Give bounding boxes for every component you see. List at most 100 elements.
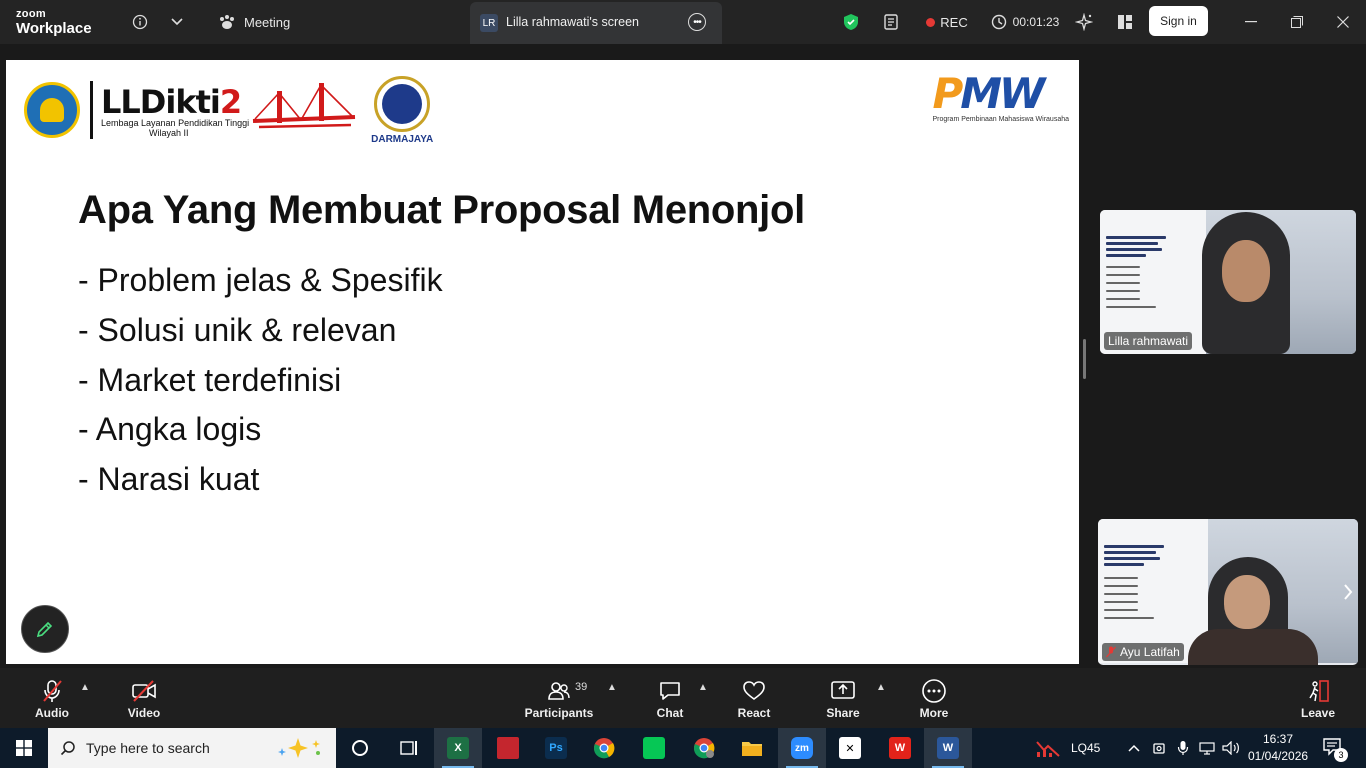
brand-line1: zoom [16, 8, 46, 20]
lldikti-region: Wilayah II [149, 127, 189, 138]
share-screen-icon [831, 681, 855, 699]
windows-taskbar: Type here to search X Ps zm ✕ W W LQ45 1… [0, 728, 1366, 768]
capcut-icon[interactable]: ✕ [826, 728, 874, 768]
zoom-app-icon[interactable]: zm [778, 728, 826, 768]
video-button[interactable]: Video [122, 668, 166, 728]
muted-mic-icon [1106, 646, 1116, 658]
cortana-icon[interactable] [336, 728, 384, 768]
video-label: Video [127, 706, 161, 720]
meeting-stage: LLDikti2 Lembaga Layanan Pendidikan Ting… [0, 44, 1366, 668]
participant-tile[interactable]: Ayu Latifah [1098, 519, 1358, 665]
meeting-controls: Audio ▲ Video Participants 39 ▲ Chat ▲ R… [0, 668, 1366, 728]
paw-icon [220, 15, 234, 29]
chevron-right-icon[interactable] [1337, 578, 1359, 606]
close-button[interactable] [1320, 0, 1366, 44]
chat-icon [660, 682, 680, 700]
pmw-mw: MW [960, 69, 1045, 118]
snipping-tool-icon[interactable] [484, 728, 532, 768]
meeting-timer: 00:01:23 [990, 0, 1060, 44]
participants-options-caret[interactable]: ▲ [607, 682, 617, 693]
participant-name-tag: Lilla rahmawati [1104, 332, 1193, 350]
audio-options-caret[interactable]: ▲ [80, 682, 90, 693]
leave-label: Leave [1300, 706, 1336, 720]
tut-wuri-handayani-logo [24, 82, 80, 138]
word-icon[interactable]: W [924, 728, 972, 768]
network-icon[interactable] [1196, 728, 1218, 768]
photoshop-icon[interactable]: Ps [532, 728, 580, 768]
leave-button[interactable]: Leave [1298, 668, 1338, 728]
chat-button[interactable]: Chat [650, 668, 690, 728]
notes-icon[interactable] [880, 0, 904, 44]
leave-icon [1309, 680, 1329, 702]
darmajaya-logo: DARMAJAYA [371, 75, 434, 145]
taskbar-search-box[interactable]: Type here to search [48, 728, 336, 768]
view-layout-icon[interactable] [1113, 0, 1137, 44]
share-options-caret[interactable]: ▲ [876, 682, 886, 693]
video-off-icon [132, 680, 156, 702]
encryption-shield-icon[interactable] [840, 0, 862, 44]
lldikti-name: LLDikti [101, 82, 221, 121]
share-button[interactable]: Share [823, 668, 863, 728]
participants-count: 39 [575, 681, 588, 693]
task-view-icon[interactable] [384, 728, 432, 768]
stock-chart-icon[interactable] [1028, 728, 1068, 768]
chevron-up-icon[interactable] [1124, 728, 1144, 768]
heart-icon [743, 681, 765, 700]
rec-label: REC [940, 14, 968, 30]
more-options-icon[interactable]: ••• [688, 13, 706, 31]
clock-time: 16:37 [1262, 732, 1294, 746]
start-button[interactable] [0, 728, 48, 768]
share-label: Share [826, 706, 860, 720]
recording-dot-icon [926, 17, 936, 27]
participants-button[interactable]: Participants [524, 668, 594, 728]
panel-resize-handle[interactable] [1083, 339, 1086, 379]
shared-screen-tab[interactable]: LR Lilla rahmawati's screen ••• [470, 2, 722, 44]
ai-companion-icon[interactable] [1072, 0, 1096, 44]
sign-in-button[interactable]: Sign in [1149, 6, 1208, 36]
zoom-workplace-logo: zoom Workplace [16, 8, 92, 37]
audio-button[interactable]: Audio [30, 668, 74, 728]
logo-divider [90, 81, 93, 139]
pencil-icon [36, 621, 53, 638]
chat-options-caret[interactable]: ▲ [698, 682, 708, 693]
screen-tab-label: Lilla rahmawati's screen [506, 15, 639, 29]
lldikti-subtitle: Lembaga Layanan Pendidikan Tinggi [101, 117, 250, 128]
more-label: More [919, 706, 949, 720]
pmw-tagline: Program Pembinaan Mahasiswa Wirausaha [932, 116, 1069, 123]
volume-icon[interactable] [1220, 728, 1242, 768]
react-button[interactable]: React [734, 668, 774, 728]
darmajaya-label: DARMAJAYA [371, 133, 434, 145]
chrome-profile-icon[interactable] [680, 728, 728, 768]
meeting-label: Meeting [244, 14, 291, 30]
camera-tray-icon[interactable] [1148, 728, 1170, 768]
chevron-down-icon[interactable] [168, 0, 186, 44]
annotate-pen-button[interactable] [21, 605, 69, 653]
file-explorer-icon[interactable] [728, 728, 776, 768]
participant-name: Ayu Latifah [1120, 645, 1180, 659]
title-bar: zoom Workplace Meeting LR Lilla rahmawat… [0, 0, 1366, 44]
bullet-item: - Angka logis [78, 411, 262, 448]
lldikti-number: 2 [219, 82, 242, 121]
slide-bullets: - Problem jelas & Spesifik - Solusi unik… [78, 256, 443, 505]
recording-indicator[interactable]: REC [924, 0, 970, 44]
sparkle-icon [278, 738, 320, 758]
windows-logo-icon [16, 740, 32, 756]
chat-label: Chat [656, 706, 684, 720]
search-icon [60, 741, 75, 756]
participant-tile[interactable]: Lilla rahmawati [1100, 210, 1356, 354]
taskbar-clock[interactable]: 16:37 01/04/2026 [1248, 731, 1308, 765]
more-button[interactable]: More [914, 668, 954, 728]
restore-button[interactable] [1274, 0, 1320, 44]
line-icon[interactable] [630, 728, 678, 768]
brand-line2: Workplace [16, 20, 92, 37]
meeting-tab[interactable]: Meeting [218, 0, 298, 44]
microphone-tray-icon[interactable] [1172, 728, 1194, 768]
meeting-info-icon[interactable] [130, 0, 150, 44]
clock-date: 01/04/2026 [1248, 749, 1309, 763]
excel-icon[interactable]: X [434, 728, 482, 768]
search-placeholder: Type here to search [86, 740, 210, 756]
wps-office-icon[interactable]: W [876, 728, 924, 768]
chrome-icon[interactable] [580, 728, 628, 768]
notification-count-badge: 3 [1334, 748, 1348, 762]
minimize-button[interactable] [1228, 0, 1274, 44]
